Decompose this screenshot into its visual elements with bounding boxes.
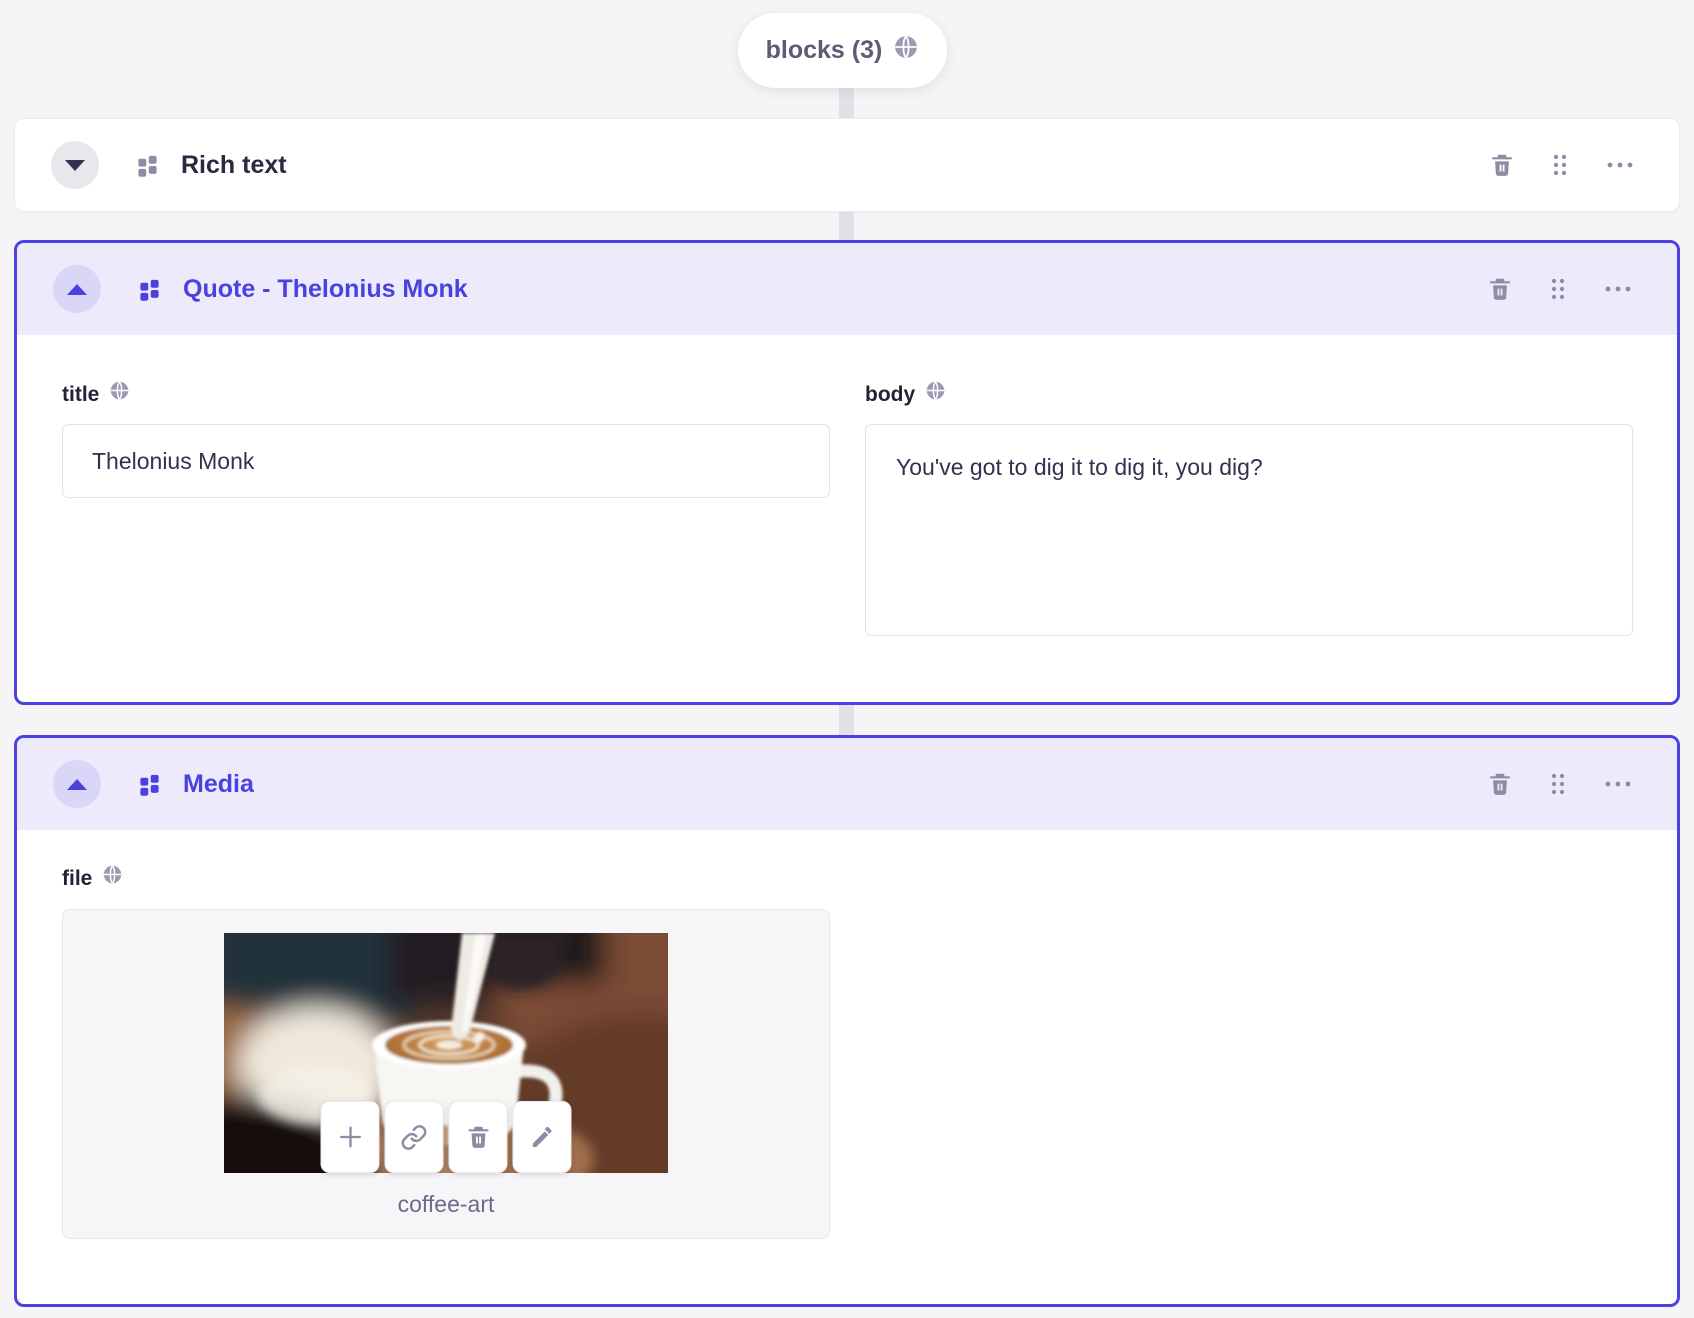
- block-fields: file coffee-art: [17, 830, 1677, 1239]
- field-title: title: [62, 380, 830, 641]
- blocks-editor: blocks (3) Rich text Quote - Thelonius M…: [0, 0, 1694, 1318]
- block-media: Media file coffee-art: [14, 735, 1680, 1307]
- link-icon[interactable]: [384, 1101, 444, 1173]
- collapse-chevron-down-icon: [65, 159, 85, 171]
- globe-icon: [925, 380, 946, 410]
- block-header: Quote - Thelonius Monk: [17, 243, 1677, 335]
- collapse-toggle-button[interactable]: [53, 760, 101, 808]
- title-input[interactable]: [62, 424, 830, 498]
- block-actions: [1487, 276, 1633, 302]
- field-label-text: title: [62, 383, 100, 406]
- trash-icon[interactable]: [1489, 152, 1515, 178]
- field-label: file: [62, 864, 1633, 894]
- media-action-buttons: [320, 1101, 572, 1173]
- field-label: body: [865, 380, 1633, 410]
- block-title: Quote - Thelonius Monk: [183, 274, 468, 303]
- block-header: Rich text: [15, 119, 1679, 211]
- field-label: title: [62, 380, 830, 410]
- drag-handle-icon[interactable]: [1547, 771, 1569, 797]
- field-label-text: body: [865, 383, 916, 406]
- body-textarea[interactable]: You've got to dig it to dig it, you dig?: [865, 424, 1633, 636]
- collapse-toggle-button[interactable]: [53, 265, 101, 313]
- blocks-grid-icon: [138, 278, 161, 301]
- blocks-grid-icon: [136, 154, 159, 177]
- collapse-chevron-up-icon: [67, 778, 87, 790]
- block-rich-text: Rich text: [14, 118, 1680, 212]
- block-title: Media: [183, 769, 254, 798]
- drag-handle-icon[interactable]: [1547, 276, 1569, 302]
- collapse-toggle-button[interactable]: [51, 141, 99, 189]
- media-filename: coffee-art: [397, 1191, 495, 1217]
- block-quote: Quote - Thelonius Monk title Thelonius M…: [14, 240, 1680, 705]
- trash-icon[interactable]: [448, 1101, 508, 1173]
- blocks-count-label: blocks (3): [765, 36, 883, 64]
- file-upload-card: coffee-art: [62, 909, 830, 1239]
- trash-icon[interactable]: [1487, 771, 1513, 797]
- ellipsis-icon[interactable]: [1605, 152, 1635, 178]
- trash-icon[interactable]: [1487, 276, 1513, 302]
- ellipsis-icon[interactable]: [1603, 276, 1633, 302]
- globe-icon: [893, 34, 919, 67]
- block-actions: [1487, 771, 1633, 797]
- collapse-chevron-up-icon: [67, 283, 87, 295]
- field-body: body You've got to dig it to dig it, you…: [865, 380, 1633, 641]
- block-title: Rich text: [181, 150, 287, 179]
- block-actions: [1489, 152, 1635, 178]
- field-label-text: file: [62, 867, 93, 890]
- blocks-count-pill: blocks (3): [738, 13, 947, 88]
- plus-icon[interactable]: [320, 1101, 380, 1173]
- drag-handle-icon[interactable]: [1549, 152, 1571, 178]
- globe-icon: [109, 380, 130, 410]
- blocks-grid-icon: [138, 773, 161, 796]
- ellipsis-icon[interactable]: [1603, 771, 1633, 797]
- globe-icon: [102, 864, 123, 894]
- block-fields: title body You've got to dig it to dig i…: [17, 335, 1677, 641]
- block-header: Media: [17, 738, 1677, 830]
- pencil-icon[interactable]: [512, 1101, 572, 1173]
